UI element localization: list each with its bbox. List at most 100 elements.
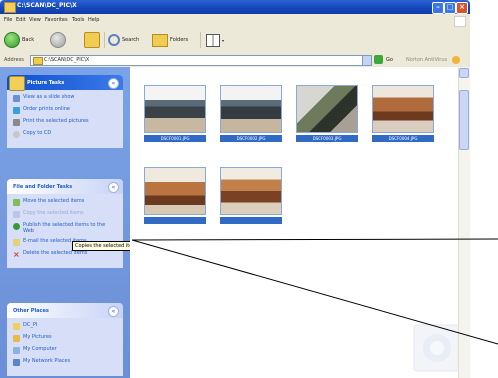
thumbnail-item[interactable] <box>220 167 282 224</box>
folder-icon <box>4 2 16 13</box>
menu-help[interactable]: Help <box>88 17 99 23</box>
minimize-button[interactable]: – <box>432 2 444 14</box>
collapse-chevron-icon[interactable]: « <box>108 78 119 89</box>
task-print[interactable]: Print the selected pictures <box>13 118 117 126</box>
folders-label: Folders <box>170 37 189 43</box>
task-label: View as a slide show <box>23 94 75 100</box>
menu-favorites[interactable]: Favorites <box>45 17 68 23</box>
pictures-icon <box>9 76 25 91</box>
forward-button[interactable] <box>50 32 66 48</box>
folder-icon <box>13 323 20 330</box>
back-label: Back <box>22 37 35 43</box>
task-order-prints[interactable]: Order prints online <box>13 106 117 114</box>
go-arrow-icon[interactable] <box>374 55 383 64</box>
menu-bar: File Edit View Favorites Tools Help <box>0 14 470 28</box>
toolbar-separator <box>104 32 105 48</box>
other-places-title: Other Places <box>13 308 49 314</box>
place-label: My Pictures <box>23 334 52 340</box>
copy-icon <box>13 211 20 218</box>
place-label: My Computer <box>23 346 57 352</box>
chevron-down-icon: ▾ <box>222 37 225 43</box>
task-label: Copy the selected items <box>23 210 84 216</box>
task-publish[interactable]: Publish the selected items to the Web <box>13 222 117 234</box>
back-arrow-icon <box>4 32 20 48</box>
views-button[interactable]: ▾ <box>206 32 224 48</box>
thumbnail-caption <box>220 217 282 224</box>
collapse-chevron-icon[interactable]: « <box>108 306 119 317</box>
file-view: DSCF0001.JPG DSCF0002.JPG DSCF0003.JPG D… <box>130 67 470 378</box>
forward-arrow-icon <box>50 32 66 48</box>
thumbnail-caption: DSCF0003.JPG <box>296 135 358 142</box>
network-icon <box>13 359 20 366</box>
other-places-panel: Other Places « DC_PI My Pictures My Comp… <box>7 303 123 376</box>
file-tasks-header[interactable]: File and Folder Tasks « <box>7 179 123 194</box>
task-copy[interactable]: Copy the selected items <box>13 210 117 218</box>
photo-thumbnail <box>372 85 434 133</box>
explorer-window: C:\SCAN\DC_PIC\X – □ × File Edit View Fa… <box>0 0 498 378</box>
toolbar: Back Search Folders ▾ <box>0 27 470 54</box>
photo-thumbnail <box>296 85 358 133</box>
photo-thumbnail <box>144 167 206 215</box>
place-my-computer[interactable]: My Computer <box>13 346 117 354</box>
go-button[interactable]: Go <box>386 57 393 63</box>
photo-thumbnail <box>144 85 206 133</box>
slideshow-icon <box>13 95 20 102</box>
printer-icon <box>13 119 20 126</box>
maximize-button[interactable]: □ <box>444 2 456 14</box>
window-title: C:\SCAN\DC_PIC\X <box>17 2 77 9</box>
search-label: Search <box>122 37 140 43</box>
up-folder-button[interactable] <box>84 32 100 48</box>
folders-button[interactable]: Folders <box>152 32 188 48</box>
norton-icon[interactable] <box>452 56 460 64</box>
picture-tasks-header[interactable]: Picture Tasks « <box>7 75 123 91</box>
my-pictures-icon <box>13 335 20 342</box>
picture-tasks-panel: Picture Tasks « View as a slide show Ord… <box>7 75 123 148</box>
search-button[interactable]: Search <box>108 32 139 48</box>
menu-tools[interactable]: Tools <box>72 17 84 23</box>
address-dropdown-button[interactable] <box>362 56 371 65</box>
thumbnail-item[interactable]: DSCF0001.JPG <box>144 85 206 142</box>
menu-edit[interactable]: Edit <box>16 17 26 23</box>
task-copy-cd[interactable]: Copy to CD <box>13 130 117 138</box>
thumbnail-item[interactable]: DSCF0004.JPG <box>372 85 434 142</box>
picture-tasks-title: Picture Tasks <box>27 80 65 86</box>
place-my-pictures[interactable]: My Pictures <box>13 334 117 342</box>
task-pane: Picture Tasks « View as a slide show Ord… <box>0 67 130 378</box>
collapse-chevron-icon[interactable]: « <box>108 182 119 193</box>
email-icon <box>13 239 20 246</box>
task-label: Move the selected items <box>23 198 85 204</box>
place-network[interactable]: My Network Places <box>13 358 117 366</box>
menu-view[interactable]: View <box>29 17 41 23</box>
task-move[interactable]: Move the selected items <box>13 198 117 206</box>
thumbnail-item[interactable]: DSCF0002.JPG <box>220 85 282 142</box>
thumbnail-caption <box>144 217 206 224</box>
other-places-header[interactable]: Other Places « <box>7 303 123 318</box>
thumbnail-item[interactable]: DSCF0003.JPG <box>296 85 358 142</box>
thumbnail-item[interactable] <box>144 167 206 224</box>
place-label: DC_PI <box>23 322 38 328</box>
folder-icon <box>33 57 43 65</box>
scrollbar-thumb[interactable] <box>459 90 469 150</box>
computer-icon <box>13 347 20 354</box>
move-icon <box>13 199 20 206</box>
back-button[interactable]: Back <box>4 32 34 48</box>
menu-file[interactable]: File <box>4 17 12 23</box>
title-bar[interactable]: C:\SCAN\DC_PIC\X – □ × <box>0 0 470 14</box>
address-label: Address <box>4 57 24 63</box>
cd-icon <box>13 131 20 138</box>
up-folder-icon <box>84 32 100 48</box>
address-input[interactable]: C:\SCAN\DC_PIC\X <box>30 55 372 66</box>
task-slideshow[interactable]: View as a slide show <box>13 94 117 102</box>
toolbar-separator <box>200 32 201 48</box>
scroll-up-button[interactable] <box>459 68 469 78</box>
windows-logo-icon <box>454 16 466 27</box>
task-delete[interactable]: × Delete the selected items <box>13 250 117 259</box>
photo-thumbnail <box>220 85 282 133</box>
globe-icon <box>13 223 20 230</box>
photo-thumbnail <box>220 167 282 215</box>
file-tasks-title: File and Folder Tasks <box>13 184 73 190</box>
norton-link[interactable]: Norton AntiVirus <box>406 57 447 63</box>
place-dc-pi[interactable]: DC_PI <box>13 322 117 330</box>
thumbnail-caption: DSCF0001.JPG <box>144 135 206 142</box>
close-button[interactable]: × <box>456 2 468 14</box>
